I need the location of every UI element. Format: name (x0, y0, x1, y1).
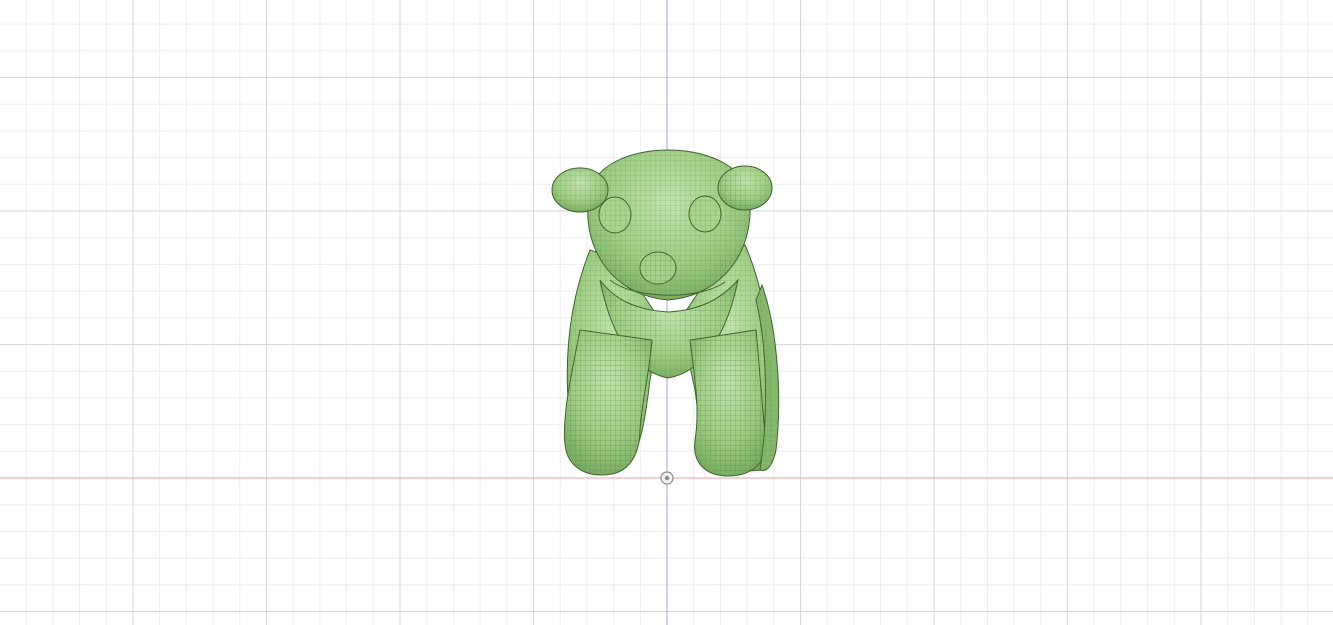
3d-viewport[interactable] (0, 0, 1333, 625)
bear-model[interactable] (551, 149, 780, 477)
origin-pivot-icon[interactable] (660, 471, 674, 485)
viewport-canvas[interactable] (0, 0, 1333, 625)
